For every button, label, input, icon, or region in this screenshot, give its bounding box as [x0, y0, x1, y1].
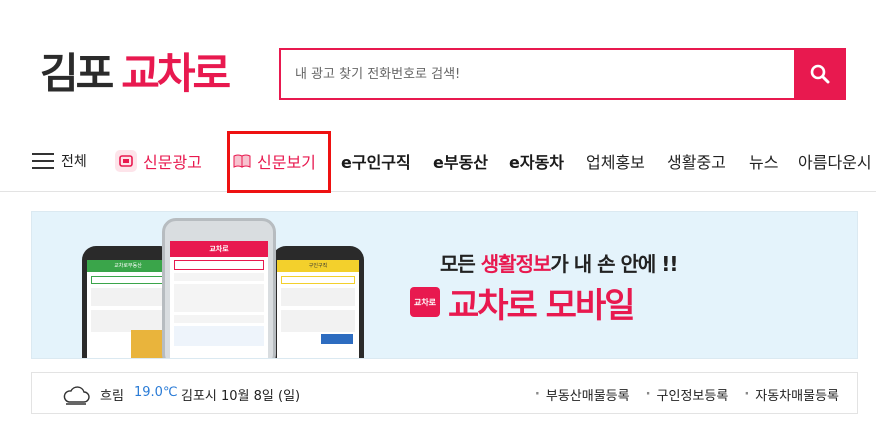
nav-item-label: 신문광고	[143, 153, 202, 172]
hamburger-icon	[32, 153, 54, 169]
quick-links: 부동산매물등록 구인정보등록 자동차매물등록	[535, 385, 839, 404]
banner-tagline: 모든 생활정보가 내 손 안에 !!	[440, 248, 678, 277]
newspaper-ad-icon	[115, 150, 137, 172]
nav-item-business-promo[interactable]: 업체홍보	[586, 148, 645, 174]
page: 김포 교차로 전체 신문광고 신문보기 e	[0, 0, 876, 431]
banner-tagline-post: 가 내 손 안에 !!	[550, 252, 678, 276]
banner-title: 교차로 교차로 모바일	[410, 280, 636, 326]
nav-item-news[interactable]: 뉴스	[749, 148, 778, 174]
nav-all-label: 전체	[61, 154, 87, 170]
link-realestate-register[interactable]: 부동산매물등록	[535, 385, 630, 404]
nav-item-newspaper-ads[interactable]: 신문광고	[115, 148, 202, 174]
nav-item-used-goods[interactable]: 생활중고	[667, 148, 726, 174]
nav-item-label: e자동차	[509, 153, 565, 172]
nav-item-label: e구인구직	[341, 153, 411, 172]
nav-all-menu-button[interactable]: 전체	[32, 148, 87, 174]
phone-center-image: 교차로	[162, 218, 276, 358]
weather-state: 흐림	[100, 389, 124, 404]
link-job-register[interactable]: 구인정보등록	[646, 385, 729, 404]
phone-left-image: 교차로부동산	[82, 246, 174, 358]
phone-right-title: 구인구직	[277, 260, 359, 272]
mobile-app-banner[interactable]: 교차로부동산 구인구직 교차로 모든 생활정보가 내 손 안에 !! 교차로 교…	[31, 211, 858, 359]
banner-title-text: 교차로 모바일	[448, 285, 636, 326]
highlight-box	[227, 131, 331, 193]
weather-location-date: 김포시 10월 8일 (일)	[181, 389, 301, 404]
info-bar: 흐림 19.0℃ 김포시 10월 8일 (일) 부동산매물등록 구인정보등록 자…	[31, 372, 858, 414]
logo-text-gyocharo: 교차로	[121, 49, 231, 98]
app-badge-text: 교차로	[413, 297, 437, 307]
phone-center-title: 교차로	[170, 241, 268, 257]
nav-item-label: 뉴스	[749, 153, 779, 172]
phone-right-image: 구인구직	[272, 246, 364, 358]
nav-item-beautiful-poems[interactable]: 아름다운시	[798, 148, 872, 174]
nav-item-label: 생활중고	[667, 153, 726, 172]
nav-item-label: 업체홍보	[586, 153, 645, 172]
nav-item-e-realestate[interactable]: e부동산	[433, 148, 488, 174]
app-badge-icon: 교차로	[410, 287, 440, 317]
main-nav: 전체 신문광고 신문보기 e구인구직 e부동산 e자동차 업체홍보 생활중고 뉴…	[0, 130, 876, 192]
cloud-icon	[63, 386, 90, 405]
link-car-register[interactable]: 자동차매물등록	[744, 385, 839, 404]
site-logo[interactable]: 김포 교차로	[40, 48, 231, 100]
logo-text-gimpo: 김포	[40, 49, 114, 98]
banner-tagline-pre: 모든	[440, 252, 481, 276]
banner-tagline-highlight: 생활정보	[480, 252, 552, 276]
nav-item-e-cars[interactable]: e자동차	[509, 148, 564, 174]
nav-item-label: e부동산	[433, 153, 489, 172]
nav-item-label: 아름다운시	[798, 153, 872, 172]
search-icon	[810, 64, 830, 84]
phone-left-title: 교차로부동산	[87, 260, 169, 272]
nav-item-e-jobs[interactable]: e구인구직	[341, 148, 411, 174]
search-input[interactable]	[281, 50, 794, 98]
search-button[interactable]	[794, 50, 846, 98]
weather-temperature: 19.0℃	[134, 385, 178, 400]
search-box	[279, 48, 846, 100]
